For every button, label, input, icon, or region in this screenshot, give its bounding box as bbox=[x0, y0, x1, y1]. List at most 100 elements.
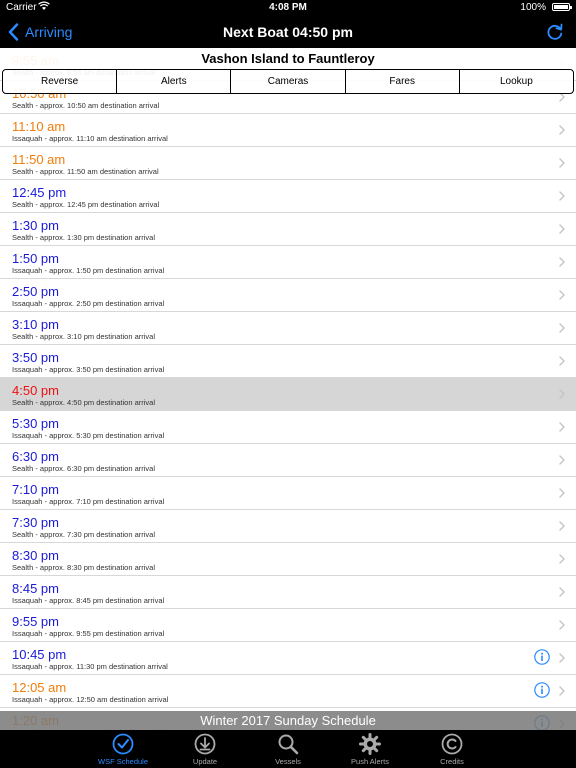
download-icon bbox=[194, 733, 216, 755]
refresh-icon[interactable] bbox=[546, 23, 564, 41]
gear-icon bbox=[359, 733, 381, 755]
arrival-subtitle: Issaquah - approx. 8:45 pm destination a… bbox=[12, 596, 165, 605]
sailing-row[interactable]: 3:50 pm Issaquah - approx. 3:50 pm destin… bbox=[0, 345, 576, 378]
sailing-row[interactable]: 4:50 pm Sealth - approx. 4:50 pm destinat… bbox=[0, 378, 576, 411]
departure-time: 12:45 pm bbox=[12, 185, 67, 200]
tab-label: Credits bbox=[440, 757, 464, 766]
sailing-list: 9:55 amSealth - approx. 9:55 am destinat… bbox=[0, 48, 576, 741]
sailing-row[interactable]: 11:50 am Sealth - approx. 11:50 am destin… bbox=[0, 147, 576, 180]
chevron-right-icon bbox=[559, 620, 565, 630]
chevron-right-icon bbox=[559, 290, 565, 300]
tab-label: Vessels bbox=[275, 757, 301, 766]
departure-time: 1:30 pm bbox=[12, 218, 59, 233]
chevron-right-icon bbox=[559, 323, 565, 333]
info-icon[interactable] bbox=[534, 682, 550, 698]
tab-wsf-schedule[interactable]: WSF Schedule bbox=[91, 730, 155, 768]
magnifier-icon bbox=[278, 734, 299, 755]
departure-time: 5:30 pm bbox=[12, 416, 59, 431]
chevron-right-icon bbox=[559, 224, 565, 234]
arrival-subtitle: Issaquah - approx. 9:55 pm destination a… bbox=[12, 629, 165, 638]
departure-time: 7:10 pm bbox=[12, 482, 59, 497]
arrival-subtitle: Sealth - approx. 3:10 pm destination arr… bbox=[12, 332, 155, 341]
info-icon[interactable] bbox=[534, 649, 550, 665]
chevron-right-icon bbox=[559, 422, 565, 432]
navigation-bar: Arriving Next Boat 04:50 pm bbox=[0, 16, 576, 48]
sailing-row[interactable]: 2:50 pm Issaquah - approx. 2:50 pm destin… bbox=[0, 279, 576, 312]
departure-time: 11:10 am bbox=[12, 119, 66, 134]
sailing-row[interactable]: 1:50 pm Issaquah - approx. 1:50 pm destin… bbox=[0, 246, 576, 279]
sailing-row[interactable]: 7:10 pm Issaquah - approx. 7:10 pm destin… bbox=[0, 477, 576, 510]
chevron-right-icon bbox=[559, 257, 565, 267]
arrival-subtitle: Issaquah - approx. 12:50 am destination … bbox=[12, 695, 169, 704]
tab-label: WSF Schedule bbox=[97, 757, 149, 766]
action-segmented-control: Reverse Alerts Cameras Fares Lookup bbox=[2, 69, 574, 94]
tab-credits[interactable]: Credits bbox=[420, 730, 484, 768]
arrival-subtitle: Sealth - approx. 12:45 pm destination ar… bbox=[12, 200, 160, 209]
arrival-subtitle: Sealth - approx. 8:30 pm destination arr… bbox=[12, 563, 155, 572]
chevron-right-icon bbox=[559, 191, 565, 201]
chevron-right-icon bbox=[559, 356, 565, 366]
tab-vessels[interactable]: Vessels bbox=[256, 730, 320, 768]
status-bar: Carrier 4:08 PM 100% bbox=[0, 0, 576, 16]
page-title: Next Boat 04:50 pm bbox=[223, 24, 353, 40]
tab-label: Push Alerts bbox=[351, 757, 389, 766]
sailing-row[interactable]: 8:45 pm Issaquah - approx. 8:45 pm destin… bbox=[0, 576, 576, 609]
sailing-row[interactable]: 12:45 pm Sealth - approx. 12:45 pm destin… bbox=[0, 180, 576, 213]
chevron-right-icon bbox=[559, 125, 565, 135]
departure-time: 12:05 am bbox=[12, 680, 67, 695]
sailing-row[interactable]: 8:30 pm Sealth - approx. 8:30 pm destinat… bbox=[0, 543, 576, 576]
app-root: Carrier 4:08 PM 100% Arriving Next Boat … bbox=[0, 0, 576, 768]
tab-update[interactable]: Update bbox=[173, 730, 237, 768]
schedule-banner: Winter 2017 Sunday Schedule bbox=[0, 711, 576, 730]
battery-icon bbox=[552, 3, 572, 11]
arrival-subtitle: Issaquah - approx. 5:30 pm destination a… bbox=[12, 431, 165, 440]
arrival-subtitle: Issaquah - approx. 2:50 pm destination a… bbox=[12, 299, 165, 308]
segment-lookup[interactable]: Lookup bbox=[460, 70, 573, 93]
departure-time: 11:50 am bbox=[12, 152, 66, 167]
arrival-subtitle: Issaquah - approx. 11:10 am destination … bbox=[12, 134, 168, 143]
sailing-row[interactable]: 7:30 pm Sealth - approx. 7:30 pm destinat… bbox=[0, 510, 576, 543]
departure-time: 10:45 pm bbox=[12, 647, 67, 662]
copyright-icon bbox=[441, 733, 463, 755]
arrival-subtitle: Sealth - approx. 4:50 pm destination arr… bbox=[12, 398, 155, 407]
chevron-right-icon bbox=[559, 686, 565, 696]
arrival-subtitle: Sealth - approx. 7:30 pm destination arr… bbox=[12, 530, 155, 539]
arrival-subtitle: Issaquah - approx. 1:50 pm destination a… bbox=[12, 266, 165, 275]
arrival-subtitle: Sealth - approx. 10:50 am destination ar… bbox=[12, 101, 160, 110]
segment-cameras[interactable]: Cameras bbox=[231, 70, 346, 93]
sailing-row[interactable]: 10:45 pm Issaquah - approx. 11:30 pm dest… bbox=[0, 642, 576, 675]
segment-fares[interactable]: Fares bbox=[346, 70, 460, 93]
departure-time: 1:50 pm bbox=[12, 251, 59, 266]
departure-time: 7:30 pm bbox=[12, 515, 59, 530]
sailing-row[interactable]: 5:30 pm Issaquah - approx. 5:30 pm destin… bbox=[0, 411, 576, 444]
chevron-right-icon bbox=[559, 587, 565, 597]
sailing-row[interactable]: 9:55 pm Issaquah - approx. 9:55 pm destin… bbox=[0, 609, 576, 642]
chevron-right-icon bbox=[559, 488, 565, 498]
arrival-subtitle: Sealth - approx. 6:30 pm destination arr… bbox=[12, 464, 155, 473]
status-time: 4:08 PM bbox=[269, 2, 307, 13]
departure-time: 3:50 pm bbox=[12, 350, 59, 365]
departure-time: 4:50 pm bbox=[12, 383, 59, 398]
arrival-subtitle: Issaquah - approx. 11:30 pm destination … bbox=[12, 662, 168, 671]
arrival-subtitle: Issaquah - approx. 7:10 pm destination a… bbox=[12, 497, 165, 506]
departure-time: 3:10 pm bbox=[12, 317, 59, 332]
tab-push-alerts[interactable]: Push Alerts bbox=[338, 730, 402, 768]
sailing-row[interactable]: 6:30 pm Sealth - approx. 6:30 pm destinat… bbox=[0, 444, 576, 477]
departure-time: 2:50 pm bbox=[12, 284, 59, 299]
chevron-right-icon bbox=[559, 521, 565, 531]
tab-bar: WSF Schedule Update Vessels Push Alerts … bbox=[0, 730, 576, 768]
route-title: Vashon Island to Fauntleroy bbox=[0, 48, 576, 69]
segment-alerts[interactable]: Alerts bbox=[117, 70, 232, 93]
arrival-subtitle: Issaquah - approx. 3:50 pm destination a… bbox=[12, 365, 165, 374]
sailing-row[interactable]: 3:10 pm Sealth - approx. 3:10 pm destinat… bbox=[0, 312, 576, 345]
tab-label: Update bbox=[192, 757, 218, 766]
chevron-right-icon bbox=[559, 389, 565, 399]
arrival-subtitle: Sealth - approx. 11:50 am destination ar… bbox=[12, 167, 159, 176]
sailing-row[interactable]: 12:05 am Issaquah - approx. 12:50 am dest… bbox=[0, 675, 576, 708]
chevron-right-icon bbox=[559, 158, 565, 168]
sailing-row[interactable]: 1:30 pm Sealth - approx. 1:30 pm destinat… bbox=[0, 213, 576, 246]
sailing-row[interactable]: 11:10 am Issaquah - approx. 11:10 am dest… bbox=[0, 114, 576, 147]
segment-reverse[interactable]: Reverse bbox=[3, 70, 118, 93]
departure-time: 8:45 pm bbox=[12, 581, 59, 596]
departure-time: 9:55 pm bbox=[12, 614, 59, 629]
